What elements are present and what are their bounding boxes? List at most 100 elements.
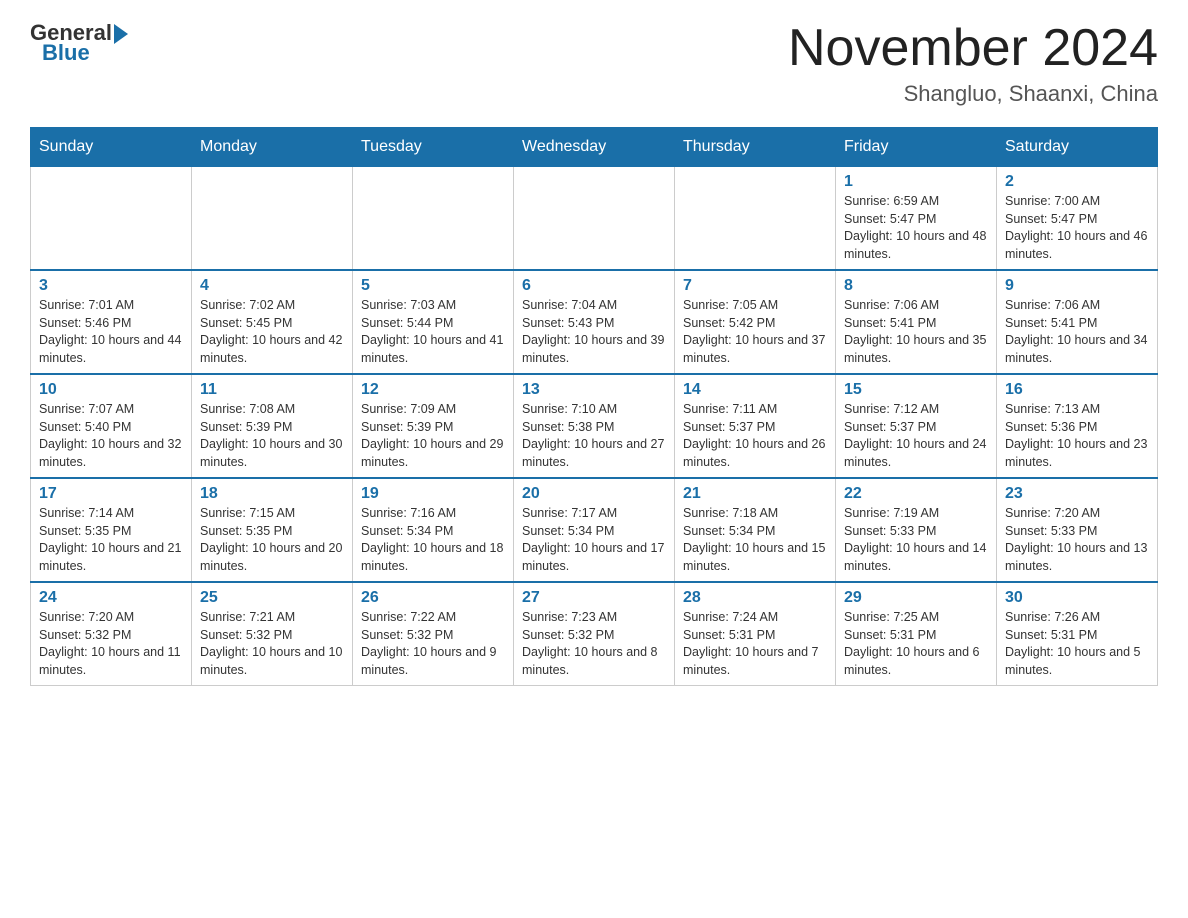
day-number: 26 <box>361 589 505 607</box>
day-number: 20 <box>522 485 666 503</box>
page-header: General Blue November 2024 Shangluo, Sha… <box>30 20 1158 107</box>
calendar-cell: 16 Sunrise: 7:13 AM Sunset: 5:36 PM Dayli… <box>997 374 1158 478</box>
calendar-cell: 7 Sunrise: 7:05 AM Sunset: 5:42 PM Daylig… <box>675 270 836 374</box>
day-number: 17 <box>39 485 183 503</box>
calendar-header-row: SundayMondayTuesdayWednesdayThursdayFrid… <box>31 128 1158 167</box>
day-number: 21 <box>683 485 827 503</box>
day-info: Sunrise: 7:26 AM Sunset: 5:31 PM Dayligh… <box>1005 609 1149 679</box>
day-info: Sunrise: 7:19 AM Sunset: 5:33 PM Dayligh… <box>844 505 988 575</box>
calendar-cell: 21 Sunrise: 7:18 AM Sunset: 5:34 PM Dayli… <box>675 478 836 582</box>
day-number: 19 <box>361 485 505 503</box>
calendar-cell: 14 Sunrise: 7:11 AM Sunset: 5:37 PM Dayli… <box>675 374 836 478</box>
calendar-cell: 26 Sunrise: 7:22 AM Sunset: 5:32 PM Dayli… <box>353 582 514 686</box>
month-title: November 2024 <box>788 20 1158 77</box>
day-number: 28 <box>683 589 827 607</box>
calendar-cell <box>514 167 675 271</box>
calendar-cell: 27Sunrise: 7:23 AM Sunset: 5:32 PM Dayli… <box>514 582 675 686</box>
day-number: 29 <box>844 589 988 607</box>
calendar-cell: 1Sunrise: 6:59 AM Sunset: 5:47 PM Daylig… <box>836 167 997 271</box>
calendar-week-row: 17 Sunrise: 7:14 AM Sunset: 5:35 PM Dayli… <box>31 478 1158 582</box>
calendar-cell: 19 Sunrise: 7:16 AM Sunset: 5:34 PM Dayli… <box>353 478 514 582</box>
day-info: Sunrise: 7:03 AM Sunset: 5:44 PM Dayligh… <box>361 297 505 367</box>
day-info: Sunrise: 7:24 AM Sunset: 5:31 PM Dayligh… <box>683 609 827 679</box>
day-info: Sunrise: 7:21 AM Sunset: 5:32 PM Dayligh… <box>200 609 344 679</box>
calendar-day-header: Sunday <box>31 128 192 167</box>
calendar-table: SundayMondayTuesdayWednesdayThursdayFrid… <box>30 127 1158 686</box>
day-number: 1 <box>844 173 988 191</box>
calendar-cell: 22 Sunrise: 7:19 AM Sunset: 5:33 PM Dayli… <box>836 478 997 582</box>
calendar-day-header: Friday <box>836 128 997 167</box>
calendar-week-row: 10Sunrise: 7:07 AM Sunset: 5:40 PM Dayli… <box>31 374 1158 478</box>
calendar-day-header: Saturday <box>997 128 1158 167</box>
day-number: 16 <box>1005 381 1149 399</box>
calendar-cell: 23 Sunrise: 7:20 AM Sunset: 5:33 PM Dayli… <box>997 478 1158 582</box>
day-number: 11 <box>200 381 344 399</box>
day-info: Sunrise: 7:13 AM Sunset: 5:36 PM Dayligh… <box>1005 401 1149 471</box>
calendar-day-header: Wednesday <box>514 128 675 167</box>
day-number: 24 <box>39 589 183 607</box>
logo-blue-text: Blue <box>42 40 90 66</box>
day-info: Sunrise: 7:18 AM Sunset: 5:34 PM Dayligh… <box>683 505 827 575</box>
calendar-cell: 2Sunrise: 7:00 AM Sunset: 5:47 PM Daylig… <box>997 167 1158 271</box>
day-number: 25 <box>200 589 344 607</box>
day-number: 18 <box>200 485 344 503</box>
day-info: Sunrise: 7:01 AM Sunset: 5:46 PM Dayligh… <box>39 297 183 367</box>
day-info: Sunrise: 7:20 AM Sunset: 5:33 PM Dayligh… <box>1005 505 1149 575</box>
calendar-week-row: 1Sunrise: 6:59 AM Sunset: 5:47 PM Daylig… <box>31 167 1158 271</box>
calendar-cell: 12Sunrise: 7:09 AM Sunset: 5:39 PM Dayli… <box>353 374 514 478</box>
calendar-cell: 28 Sunrise: 7:24 AM Sunset: 5:31 PM Dayli… <box>675 582 836 686</box>
day-info: Sunrise: 7:11 AM Sunset: 5:37 PM Dayligh… <box>683 401 827 471</box>
day-info: Sunrise: 7:25 AM Sunset: 5:31 PM Dayligh… <box>844 609 988 679</box>
day-number: 7 <box>683 277 827 295</box>
calendar-cell: 11 Sunrise: 7:08 AM Sunset: 5:39 PM Dayli… <box>192 374 353 478</box>
day-info: Sunrise: 7:12 AM Sunset: 5:37 PM Dayligh… <box>844 401 988 471</box>
title-block: November 2024 Shangluo, Shaanxi, China <box>788 20 1158 107</box>
calendar-cell: 13Sunrise: 7:10 AM Sunset: 5:38 PM Dayli… <box>514 374 675 478</box>
day-number: 22 <box>844 485 988 503</box>
calendar-cell <box>31 167 192 271</box>
day-number: 27 <box>522 589 666 607</box>
calendar-day-header: Tuesday <box>353 128 514 167</box>
day-number: 23 <box>1005 485 1149 503</box>
day-info: Sunrise: 7:09 AM Sunset: 5:39 PM Dayligh… <box>361 401 505 471</box>
day-number: 13 <box>522 381 666 399</box>
day-number: 6 <box>522 277 666 295</box>
day-number: 10 <box>39 381 183 399</box>
day-number: 8 <box>844 277 988 295</box>
logo-arrow-icon <box>114 24 128 44</box>
day-info: Sunrise: 7:14 AM Sunset: 5:35 PM Dayligh… <box>39 505 183 575</box>
day-number: 4 <box>200 277 344 295</box>
calendar-week-row: 24 Sunrise: 7:20 AM Sunset: 5:32 PM Dayli… <box>31 582 1158 686</box>
calendar-cell: 5Sunrise: 7:03 AM Sunset: 5:44 PM Daylig… <box>353 270 514 374</box>
calendar-day-header: Monday <box>192 128 353 167</box>
day-number: 15 <box>844 381 988 399</box>
day-info: Sunrise: 7:15 AM Sunset: 5:35 PM Dayligh… <box>200 505 344 575</box>
day-info: Sunrise: 7:22 AM Sunset: 5:32 PM Dayligh… <box>361 609 505 679</box>
calendar-cell: 15 Sunrise: 7:12 AM Sunset: 5:37 PM Dayli… <box>836 374 997 478</box>
day-info: Sunrise: 7:20 AM Sunset: 5:32 PM Dayligh… <box>39 609 183 679</box>
calendar-day-header: Thursday <box>675 128 836 167</box>
day-number: 14 <box>683 381 827 399</box>
day-info: Sunrise: 7:08 AM Sunset: 5:39 PM Dayligh… <box>200 401 344 471</box>
day-info: Sunrise: 7:17 AM Sunset: 5:34 PM Dayligh… <box>522 505 666 575</box>
day-info: Sunrise: 7:02 AM Sunset: 5:45 PM Dayligh… <box>200 297 344 367</box>
day-number: 9 <box>1005 277 1149 295</box>
calendar-cell: 9 Sunrise: 7:06 AM Sunset: 5:41 PM Daylig… <box>997 270 1158 374</box>
calendar-cell: 3Sunrise: 7:01 AM Sunset: 5:46 PM Daylig… <box>31 270 192 374</box>
calendar-cell <box>353 167 514 271</box>
calendar-week-row: 3Sunrise: 7:01 AM Sunset: 5:46 PM Daylig… <box>31 270 1158 374</box>
calendar-cell: 30Sunrise: 7:26 AM Sunset: 5:31 PM Dayli… <box>997 582 1158 686</box>
day-info: Sunrise: 7:16 AM Sunset: 5:34 PM Dayligh… <box>361 505 505 575</box>
calendar-cell: 4 Sunrise: 7:02 AM Sunset: 5:45 PM Daylig… <box>192 270 353 374</box>
day-info: Sunrise: 7:05 AM Sunset: 5:42 PM Dayligh… <box>683 297 827 367</box>
calendar-cell: 6Sunrise: 7:04 AM Sunset: 5:43 PM Daylig… <box>514 270 675 374</box>
location-subtitle: Shangluo, Shaanxi, China <box>788 81 1158 107</box>
day-info: Sunrise: 7:00 AM Sunset: 5:47 PM Dayligh… <box>1005 193 1149 263</box>
day-info: Sunrise: 7:06 AM Sunset: 5:41 PM Dayligh… <box>1005 297 1149 367</box>
logo: General Blue <box>30 20 128 66</box>
calendar-cell: 10Sunrise: 7:07 AM Sunset: 5:40 PM Dayli… <box>31 374 192 478</box>
calendar-cell: 18 Sunrise: 7:15 AM Sunset: 5:35 PM Dayli… <box>192 478 353 582</box>
calendar-cell <box>192 167 353 271</box>
calendar-cell: 29 Sunrise: 7:25 AM Sunset: 5:31 PM Dayli… <box>836 582 997 686</box>
calendar-cell: 20 Sunrise: 7:17 AM Sunset: 5:34 PM Dayli… <box>514 478 675 582</box>
